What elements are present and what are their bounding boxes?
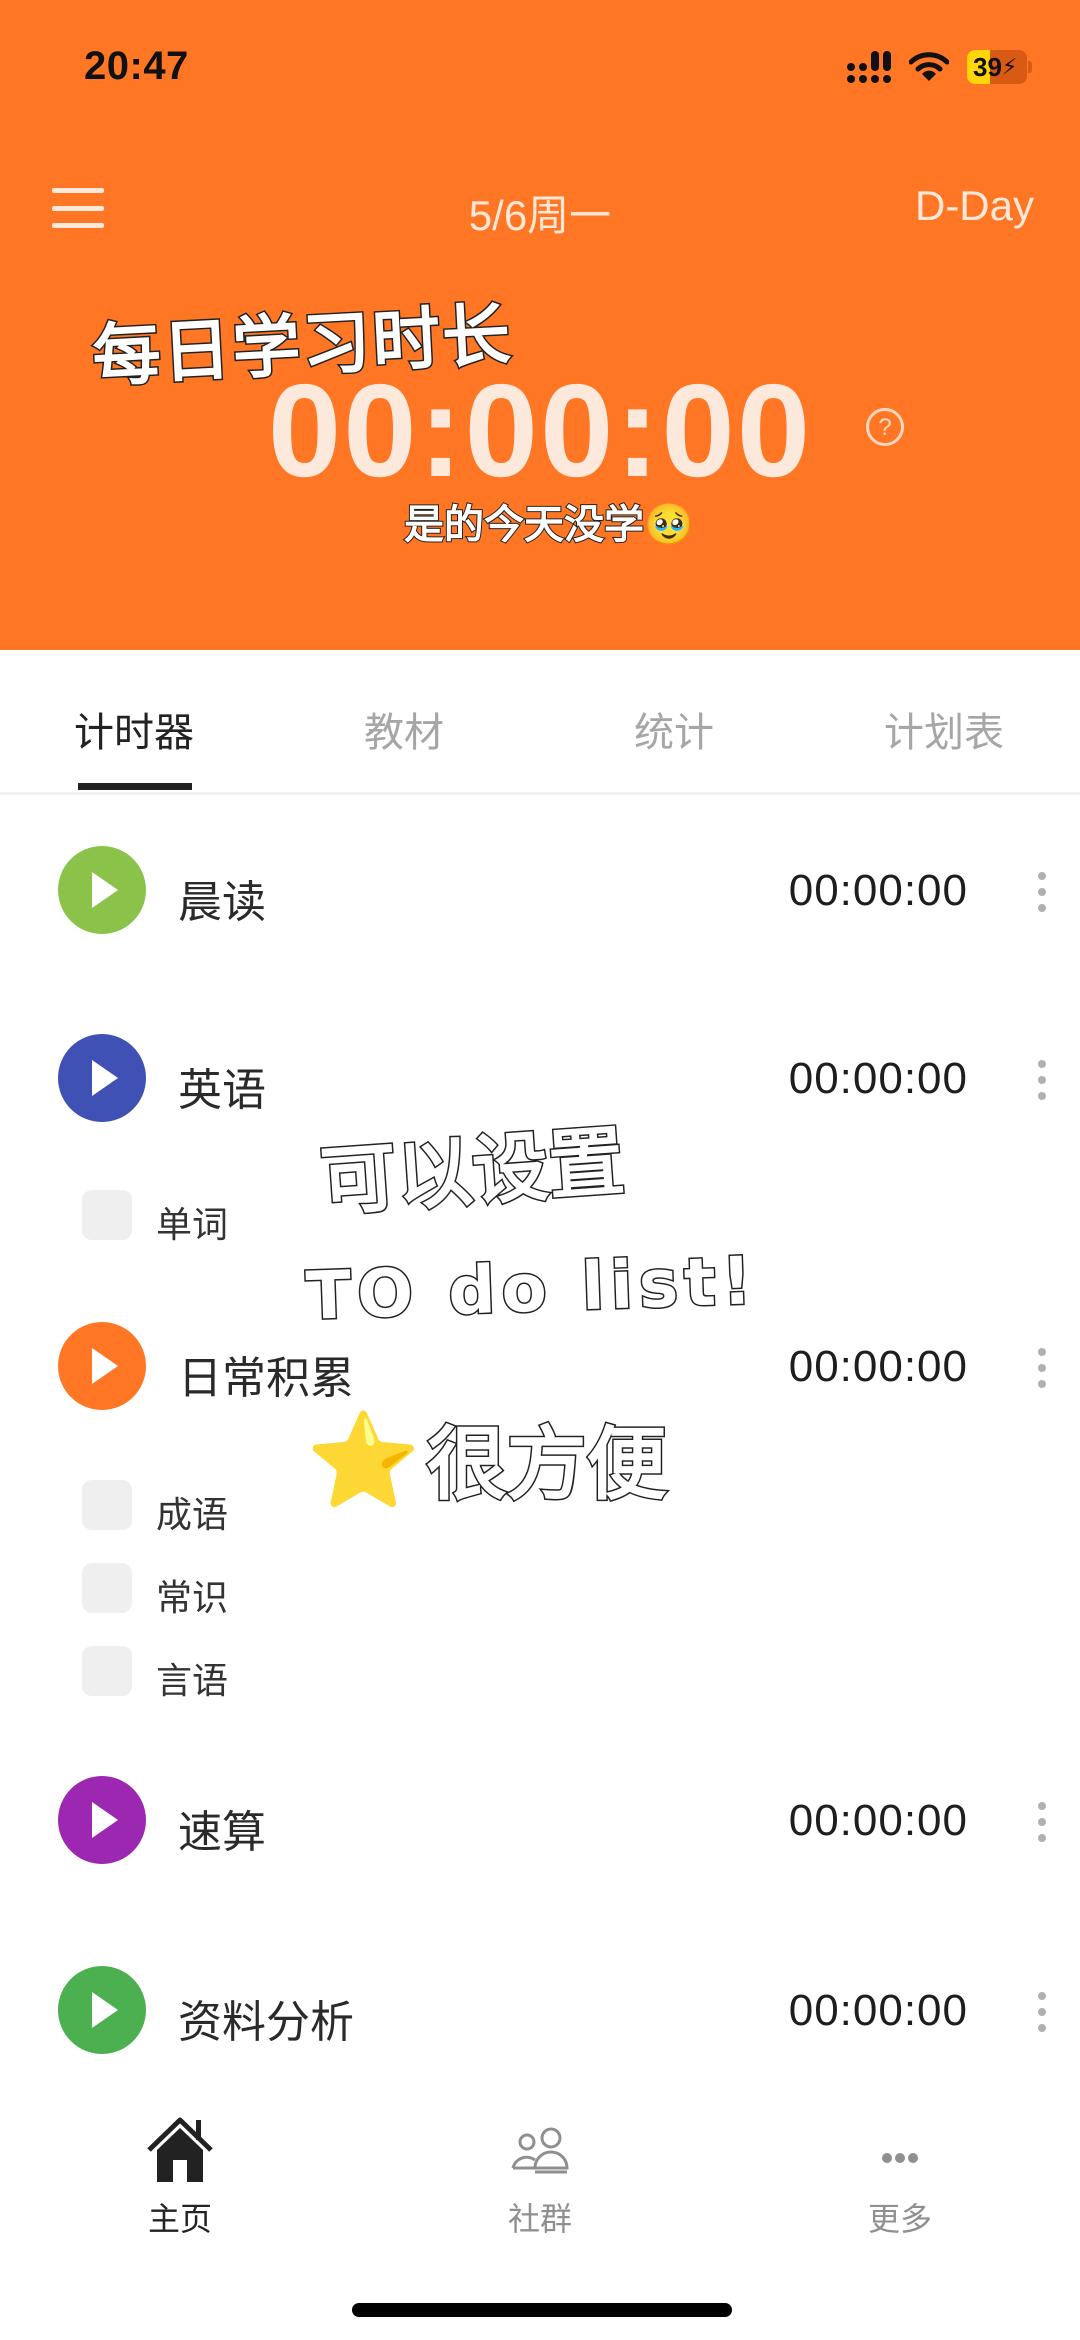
cellular-signal-icon: [847, 51, 891, 83]
sticker-line-1: 可以设置: [316, 1115, 628, 1228]
todo-item: 言语: [82, 1646, 482, 1701]
todo-label: 常识: [156, 1577, 229, 1618]
task-name: 晨读: [178, 878, 266, 927]
dday-button[interactable]: D-Day: [915, 182, 1034, 230]
more-options-icon[interactable]: [1036, 1348, 1048, 1388]
community-icon: [511, 2127, 569, 2174]
todo-label: 言语: [156, 1660, 229, 1701]
play-button[interactable]: [58, 846, 146, 934]
todo-checkbox[interactable]: [82, 1480, 132, 1530]
tab-textbooks[interactable]: 教材: [364, 700, 444, 758]
home-icon: [147, 2117, 213, 2182]
play-button[interactable]: [58, 1776, 146, 1864]
play-button[interactable]: [58, 1966, 146, 2054]
task-time: 00:00:00: [788, 1054, 968, 1103]
task-time: 00:00:00: [788, 866, 968, 915]
nav-label-more: 更多: [867, 2201, 932, 2237]
bolt-icon: ⚡: [1001, 54, 1018, 79]
bottom-nav: 主页 社群 更多: [0, 2080, 1080, 2340]
task-time: 00:00:00: [788, 1342, 968, 1391]
task-row: 晨读 00:00:00: [0, 840, 1080, 940]
task-time: 00:00:00: [788, 1986, 968, 2035]
star-icon: ⭐: [305, 1406, 422, 1515]
todo-checkbox[interactable]: [82, 1646, 132, 1696]
more-options-icon[interactable]: [1036, 1060, 1048, 1100]
play-button[interactable]: [58, 1322, 146, 1410]
todo-label: 单词: [156, 1204, 229, 1245]
daily-total-timer: 00:00:00: [267, 357, 813, 504]
tab-active-indicator: [78, 783, 192, 790]
battery-indicator: 39 ⚡: [967, 50, 1032, 84]
task-row: 资料分析 00:00:00: [0, 1960, 1080, 2060]
more-options-icon[interactable]: [1036, 1992, 1048, 2032]
todo-label: 成语: [156, 1494, 229, 1535]
sticker-line-3-text: 很方便: [425, 1417, 668, 1513]
nav-label-home: 主页: [147, 2201, 212, 2237]
task-name: 资料分析: [178, 1998, 354, 2047]
nav-item-home[interactable]: 主页: [100, 2116, 260, 2240]
tab-timer[interactable]: 计时器: [74, 700, 194, 758]
task-row: 速算 00:00:00: [0, 1770, 1080, 1870]
more-options-icon[interactable]: [1036, 872, 1048, 912]
header: 20:47 39 ⚡ 5/6周一 D-Day 每日学习时长 00:00:00 ?…: [0, 0, 1080, 650]
todo-item: 常识: [82, 1563, 482, 1618]
todo-checkbox[interactable]: [82, 1563, 132, 1613]
battery-level: 39: [973, 51, 1002, 82]
task-name: 速算: [178, 1808, 266, 1857]
task-name: 英语: [178, 1066, 266, 1115]
todo-checkbox[interactable]: [82, 1190, 132, 1240]
more-icon: [882, 2153, 918, 2163]
help-icon[interactable]: ?: [866, 408, 904, 446]
play-button[interactable]: [58, 1034, 146, 1122]
status-icons: 39 ⚡: [847, 50, 1032, 84]
sticker-line-3: ⭐很方便: [305, 1400, 668, 1516]
tab-bar: 计时器 教材 统计 计划表: [0, 650, 1080, 795]
wifi-icon: [909, 52, 949, 81]
sticker-line-2: TO do list!: [303, 1241, 760, 1337]
nav-label-community: 社群: [507, 2201, 572, 2237]
sticker-subtitle: 是的今天没学🥹: [403, 501, 695, 549]
tab-statistics[interactable]: 统计: [634, 700, 714, 758]
more-options-icon[interactable]: [1036, 1802, 1048, 1842]
task-time: 00:00:00: [788, 1796, 968, 1845]
nav-item-community[interactable]: 社群: [460, 2116, 620, 2240]
nav-item-more[interactable]: 更多: [820, 2116, 980, 2240]
home-indicator[interactable]: [352, 2303, 732, 2317]
tab-schedule[interactable]: 计划表: [884, 700, 1004, 758]
battery-icon: 39 ⚡: [967, 50, 1027, 84]
task-name: 日常积累: [178, 1354, 354, 1403]
battery-tip: [1028, 61, 1032, 73]
status-time: 20:47: [84, 44, 189, 88]
